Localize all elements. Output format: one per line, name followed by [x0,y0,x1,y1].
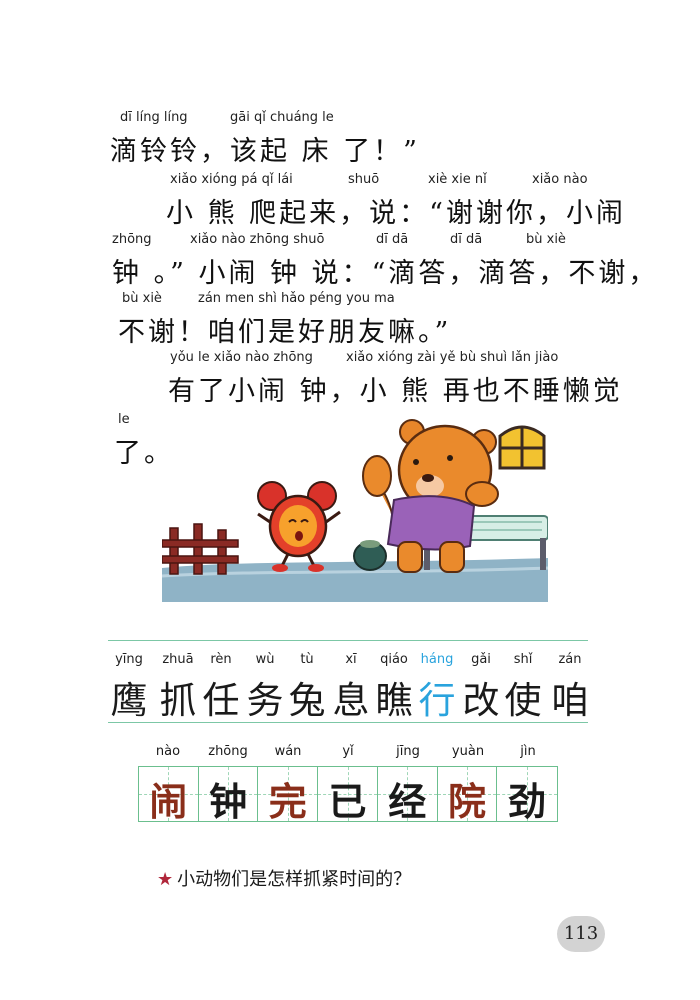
pinyin: yǒu le xiǎo nào zhōng [170,350,313,365]
story-text: 有了小闹 钟，小 熊 再也不睡懒觉 [168,376,623,407]
reading-pinyin: rèn [210,652,232,667]
writing-grid: 闹钟完已经院劲 [138,766,558,824]
story-line-1: dī líng líng gāi qǐ chuáng le 滴铃铃，该起 床 了… [0,110,700,180]
writing-cell: 闹 [139,767,199,824]
writing-cell: 经 [377,767,438,824]
reading-pinyin: tù [300,652,314,667]
reading-character: 鹰 [110,679,148,722]
writing-pinyin: yǐ [342,744,354,759]
illustration-bear-and-alarm-clock [162,418,548,602]
writing-cell: 已 [318,767,378,824]
reading-pinyin: zán [558,652,582,667]
reading-character: 任 [202,679,240,722]
writing-character: 钟 [209,779,248,824]
story-text: 滴铃铃，该起 床 了！” [110,136,420,167]
star-icon: ★ [157,869,174,890]
writing-pinyin: nào [155,744,181,759]
pinyin: shuō [348,172,380,187]
pinyin: le [118,412,130,427]
reading-pinyin: gǎi [471,652,491,667]
writing-pinyin: jīng [396,744,420,759]
writing-character: 劲 [508,779,547,824]
writing-character: 院 [447,779,486,824]
reading-character: 瞧 [375,679,413,722]
reading-pinyin: háng [420,652,454,667]
question: ★ 小动物们是怎样抓紧时间的？ [157,865,411,891]
divider-top [108,640,588,641]
window-icon [498,425,546,470]
writing-character: 经 [388,779,427,824]
reading-pinyin: qiáo [380,652,408,667]
pinyin: xiè xie nǐ [428,172,487,187]
divider-bottom [108,722,588,723]
pinyin: dī líng líng [120,110,188,125]
reading-character: 使 [504,679,542,722]
writing-character: 已 [328,779,367,824]
reading-character: 息 [332,679,370,722]
reading-pinyin: yīng [115,652,143,667]
pinyin: dī dā [450,232,483,247]
story-line-5: yǒu le xiǎo nào zhōng xiǎo xióng zài yě … [0,350,700,420]
writing-pinyin: jìn [520,744,536,759]
pinyin: xiǎo nào zhōng shuō [190,232,325,247]
fence-icon [162,523,239,575]
writing-pinyin: wán [274,744,302,759]
reading-pinyin: shǐ [513,652,533,667]
pinyin: gāi qǐ chuáng le [230,110,334,125]
pinyin: zhōng [112,232,152,247]
illustration-svg [162,418,548,602]
writing-cell: 院 [437,767,498,824]
pinyin: xiǎo xióng pá qǐ lái [170,172,293,187]
pinyin: bù xiè [526,232,566,247]
writing-pinyin: yuàn [451,744,485,759]
reading-character: 咱 [551,679,589,722]
question-text: 小动物们是怎样抓紧时间的？ [177,869,412,890]
writing-pinyin: zhōng [208,744,248,759]
story-text: 钟 。” 小闹 钟 说：“滴答，滴答，不谢， [112,258,659,289]
writing-cell: 钟 [198,767,259,824]
reading-character: 兔 [288,679,326,722]
writing-cell: 完 [258,767,319,824]
writing-cell: 劲 [497,767,558,824]
pinyin: xiǎo xióng zài yě bù shuì lǎn jiào [346,350,559,365]
reading-character: 抓 [159,679,197,722]
pinyin: zán men shì hǎo péng you ma [198,291,395,306]
writing-character: 闹 [149,779,188,824]
pinyin: bù xiè [122,291,162,306]
story-text: 小 熊 爬起来，说：“谢谢你，小闹 [166,198,626,229]
pinyin: dī dā [376,232,409,247]
pinyin: xiǎo nào [532,172,588,187]
page-number: 113 [557,916,605,952]
reading-character: 务 [246,679,284,722]
writing-character: 完 [268,779,307,824]
reading-pinyin: zhuā [162,652,194,667]
reading-character: 改 [462,679,500,722]
reading-pinyin: xī [345,652,357,667]
reading-character: 行 [418,679,456,722]
story-text: 不谢！咱们是好朋友嘛。” [118,317,452,348]
reading-pinyin: wù [255,652,275,667]
